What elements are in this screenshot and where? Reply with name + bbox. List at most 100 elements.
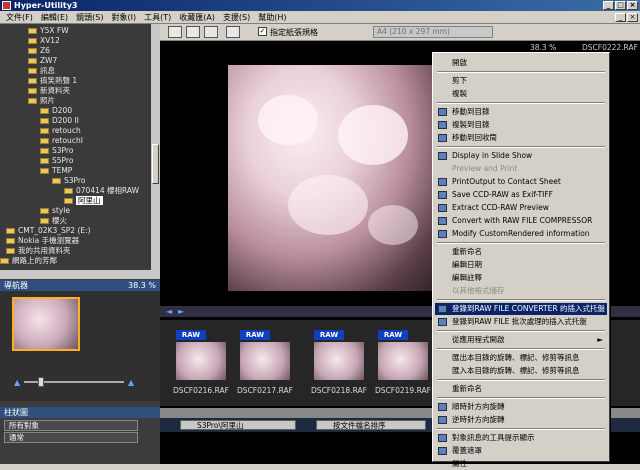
context-menu-item[interactable]: 屬性 (435, 458, 607, 470)
thumbnail[interactable]: RAW DSCF0216.RAF (170, 330, 232, 404)
tree-item[interactable]: CMT_02K3_SP2 (E:) (6, 226, 91, 236)
context-menu-item[interactable]: 編輯註釋 (435, 272, 607, 284)
context-menu-item[interactable]: 複製 (435, 88, 607, 100)
tree-item[interactable]: 阿里山 (64, 196, 103, 206)
folder-path[interactable]: S3Pro\阿里山 (180, 420, 296, 430)
tree-item[interactable]: 070414 櫻相RAW (64, 186, 139, 196)
mode-dropdown[interactable]: 通常 (4, 432, 138, 443)
context-menu-item[interactable]: 順時針方向旋轉 (435, 401, 607, 413)
context-menu-item[interactable]: Convert with RAW FILE COMPRESSOR (435, 215, 607, 227)
tree-item-label: Nokia 手機瀏覽器 (18, 236, 80, 245)
context-menu-item[interactable]: 開啟 (435, 57, 607, 69)
context-menu-item[interactable]: 登錄到RAW FILE CONVERTER 的插入式托盤 (435, 303, 607, 315)
menu-item[interactable]: 對象(I) (107, 12, 140, 23)
tree-item[interactable]: style (40, 206, 70, 216)
child-close-button[interactable]: × (627, 13, 638, 22)
context-menu-item[interactable]: Modify CustomRendered information (435, 228, 607, 240)
folder-icon (28, 58, 37, 64)
tree-item[interactable]: D200 II (40, 116, 79, 126)
tree-hscrollbar[interactable] (0, 270, 160, 279)
navigator-preview[interactable] (12, 297, 80, 351)
context-menu-item[interactable]: 逆時針方向旋轉 (435, 414, 607, 426)
object-filter-dropdown[interactable]: 所有對象 (4, 420, 138, 431)
context-menu-item[interactable]: Save CCD-RAW as Exif-TIFF (435, 189, 607, 201)
context-menu-item[interactable]: Display in Slide Show (435, 150, 607, 162)
tree-item[interactable]: ZW7 (28, 56, 57, 66)
context-menu-item[interactable]: 重新命名 (435, 246, 607, 258)
maximize-button[interactable]: □ (615, 1, 626, 10)
context-menu-label: 移動到目錄 (452, 107, 490, 116)
zoom-knob[interactable] (38, 377, 44, 387)
menu-item[interactable]: 幫助(H) (254, 12, 290, 23)
tree-item[interactable]: retouchI (40, 136, 83, 146)
zoom-out-icon[interactable]: ▲ (14, 378, 20, 387)
navigator-zoom: 38.3 % (128, 281, 156, 290)
scroll-thumb[interactable] (152, 144, 159, 184)
tree-item[interactable]: S3Pro (52, 176, 85, 186)
tree-item[interactable]: Nokia 手機瀏覽器 (6, 236, 79, 246)
minimize-button[interactable]: _ (603, 1, 614, 10)
context-menu-item[interactable]: 編輯日期 (435, 259, 607, 271)
tree-item[interactable]: 網路上的芳鄰 (0, 256, 57, 266)
tree-item[interactable]: Z6 (28, 46, 50, 56)
folder-icon (28, 88, 37, 94)
tree-item[interactable]: 櫻火 (40, 216, 67, 226)
zoom-slider[interactable]: ▲ ▲ (14, 377, 134, 387)
tree-item-label: style (52, 206, 70, 215)
menu-item[interactable]: 工具(T) (140, 12, 175, 23)
thumbnail[interactable]: RAW DSCF0217.RAF (234, 330, 296, 404)
close-button[interactable]: × (627, 1, 638, 10)
context-menu-item[interactable]: 移動到目錄 (435, 106, 607, 118)
menu-item[interactable]: 收藏匯(A) (175, 12, 219, 23)
menu-item[interactable]: 支援(S) (219, 12, 254, 23)
tree-item[interactable]: XV12 (28, 36, 60, 46)
menu-item[interactable]: 文件(F) (2, 12, 37, 23)
tree-item[interactable]: 訊息 (28, 66, 55, 76)
context-menu-item[interactable]: 登錄到RAW FILE 批次處理的插入式托盤 (435, 316, 607, 328)
list-view-icon[interactable] (226, 26, 240, 38)
tree-item[interactable]: S3Pro (40, 146, 73, 156)
tree-item[interactable]: 新資料夾 (28, 86, 70, 96)
paper-size-checkbox[interactable]: ✓ (258, 27, 267, 36)
context-menu-item[interactable]: Extract CCD-RAW Preview (435, 202, 607, 214)
zoom-in-icon[interactable]: ▲ (128, 378, 134, 387)
context-menu-item[interactable]: 重新命名 (435, 383, 607, 395)
context-menu-item[interactable]: 對象訊息的工具提示顯示 (435, 432, 607, 444)
context-menu-item[interactable]: 匯出本目錄的旋轉、標記、修剪等訊息 (435, 352, 607, 364)
next-icon[interactable]: ► (178, 307, 184, 316)
tree-item[interactable]: 搞笑熱聲 1 (28, 76, 77, 86)
tree-item[interactable]: retouch (40, 126, 81, 136)
context-menu-item[interactable]: 從應用程式開啟 ► (435, 334, 607, 346)
thumbnail-filename: DSCF0216.RAF (173, 386, 229, 395)
thumbnail[interactable]: RAW DSCF0219.RAF (372, 330, 434, 404)
grid-view-icon[interactable] (186, 26, 200, 38)
context-menu-item[interactable]: 覆蓋遮罩 (435, 445, 607, 457)
folder-tree[interactable]: Y5X FW XV12 Z6 ZW7 訊息 搞笑熱聲 1 新資料夾 照片 D200 D200 II… (0, 24, 151, 270)
menu-item[interactable]: 鏡頭(S) (72, 12, 107, 23)
menu-separator (437, 71, 605, 73)
tree-item[interactable]: 我的共用資料夾 (6, 246, 71, 256)
tree-item[interactable]: TEMP (40, 166, 72, 176)
context-menu-label: 重新命名 (452, 384, 482, 393)
tree-scrollbar[interactable] (151, 24, 160, 270)
menu-item[interactable]: 編輯(E) (37, 12, 72, 23)
tree-item[interactable]: S5Pro (40, 156, 73, 166)
context-menu-item[interactable]: PrintOutput to Contact Sheet (435, 176, 607, 188)
split-view-icon[interactable] (204, 26, 218, 38)
sort-select[interactable]: 按文件檔名排序 (316, 420, 426, 430)
prev-icon[interactable]: ◄ (166, 307, 172, 316)
context-menu-item[interactable]: 剪下 (435, 75, 607, 87)
context-menu-item[interactable]: 複製到目錄 (435, 119, 607, 131)
tree-item[interactable]: 照片 (28, 96, 55, 106)
raw-badge: RAW (240, 330, 270, 340)
tree-item-label: retouchI (52, 136, 83, 145)
menu-item-icon (438, 191, 447, 199)
context-menu-item[interactable]: 匯入本目錄的旋轉、標記、修剪等訊息 (435, 365, 607, 377)
child-minimize-button[interactable]: _ (615, 13, 626, 22)
paper-size-select[interactable]: A4 (210 x 297 mm) (373, 26, 493, 38)
tree-item[interactable]: Y5X FW (28, 26, 69, 36)
context-menu-item[interactable]: 移動到回收筒 (435, 132, 607, 144)
thumbnail[interactable]: RAW DSCF0218.RAF (308, 330, 370, 404)
single-view-icon[interactable] (168, 26, 182, 38)
tree-item[interactable]: D200 (40, 106, 72, 116)
